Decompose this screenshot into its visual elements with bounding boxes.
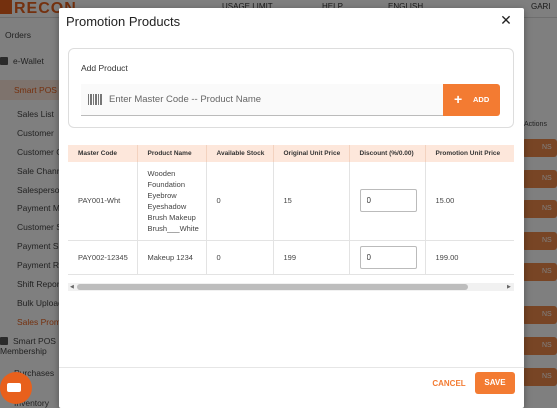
column-header[interactable]: Product Name xyxy=(137,145,207,162)
promotion-products-dialog: Promotion Products ✕ Add Product + ADD M… xyxy=(59,8,524,408)
column-header[interactable]: Available Stock xyxy=(206,145,274,162)
column-header[interactable]: Discount (%/0.00) xyxy=(349,145,426,162)
chat-button[interactable] xyxy=(0,372,32,404)
dialog-footer-divider xyxy=(59,367,524,368)
add-button-label: ADD xyxy=(473,95,490,104)
product-search-input[interactable] xyxy=(109,84,439,115)
discount-cell xyxy=(349,240,426,275)
table-horizontal-scrollbar[interactable]: ◀ ▶ xyxy=(68,283,514,291)
column-header[interactable]: Promotion Unit Price xyxy=(425,145,514,162)
discount-input[interactable] xyxy=(359,189,417,213)
stock-cell: 0 xyxy=(206,240,274,275)
column-header[interactable]: Original Unit Price xyxy=(273,145,350,162)
column-header[interactable]: Master Code xyxy=(68,145,138,162)
product-name-cell: Makeup 1234 xyxy=(137,240,207,275)
table-header-row: Master Code Product Name Available Stock… xyxy=(68,145,514,162)
scroll-left-arrow-icon[interactable]: ◀ xyxy=(70,284,74,290)
original-price-cell: 15 xyxy=(273,162,350,241)
table-row: PAY002-12345 Makeup 1234 0 199 199.00 xyxy=(68,240,514,275)
save-button[interactable]: SAVE xyxy=(475,372,515,394)
plus-icon: + xyxy=(454,91,463,107)
dialog-title: Promotion Products xyxy=(66,14,181,29)
promo-price-cell: 199.00 xyxy=(425,240,514,275)
table-row: PAY001-Wht Wooden Foundation Eyebrow Eye… xyxy=(68,162,514,241)
add-product-title: Add Product xyxy=(81,63,128,73)
product-search-field[interactable] xyxy=(81,84,443,116)
master-code-cell: PAY001-Wht xyxy=(68,162,138,241)
product-name-cell: Wooden Foundation Eyebrow Eyeshadow Brus… xyxy=(137,162,207,241)
promotion-products-table: Master Code Product Name Available Stock… xyxy=(68,145,514,283)
original-price-cell: 199 xyxy=(273,240,350,275)
master-code-cell: PAY002-12345 xyxy=(68,240,138,275)
cancel-button[interactable]: CANCEL xyxy=(427,374,471,394)
add-product-card: Add Product + ADD xyxy=(68,48,514,128)
add-product-button[interactable]: + ADD xyxy=(443,84,500,116)
discount-cell xyxy=(349,162,426,241)
stock-cell: 0 xyxy=(206,162,274,241)
close-icon[interactable]: ✕ xyxy=(499,13,513,27)
discount-input[interactable] xyxy=(359,245,417,269)
promo-price-cell: 15.00 xyxy=(425,162,514,241)
barcode-icon xyxy=(88,94,102,105)
chat-icon xyxy=(7,383,21,392)
scrollbar-thumb[interactable] xyxy=(77,284,468,290)
scroll-right-arrow-icon[interactable]: ▶ xyxy=(507,284,511,290)
